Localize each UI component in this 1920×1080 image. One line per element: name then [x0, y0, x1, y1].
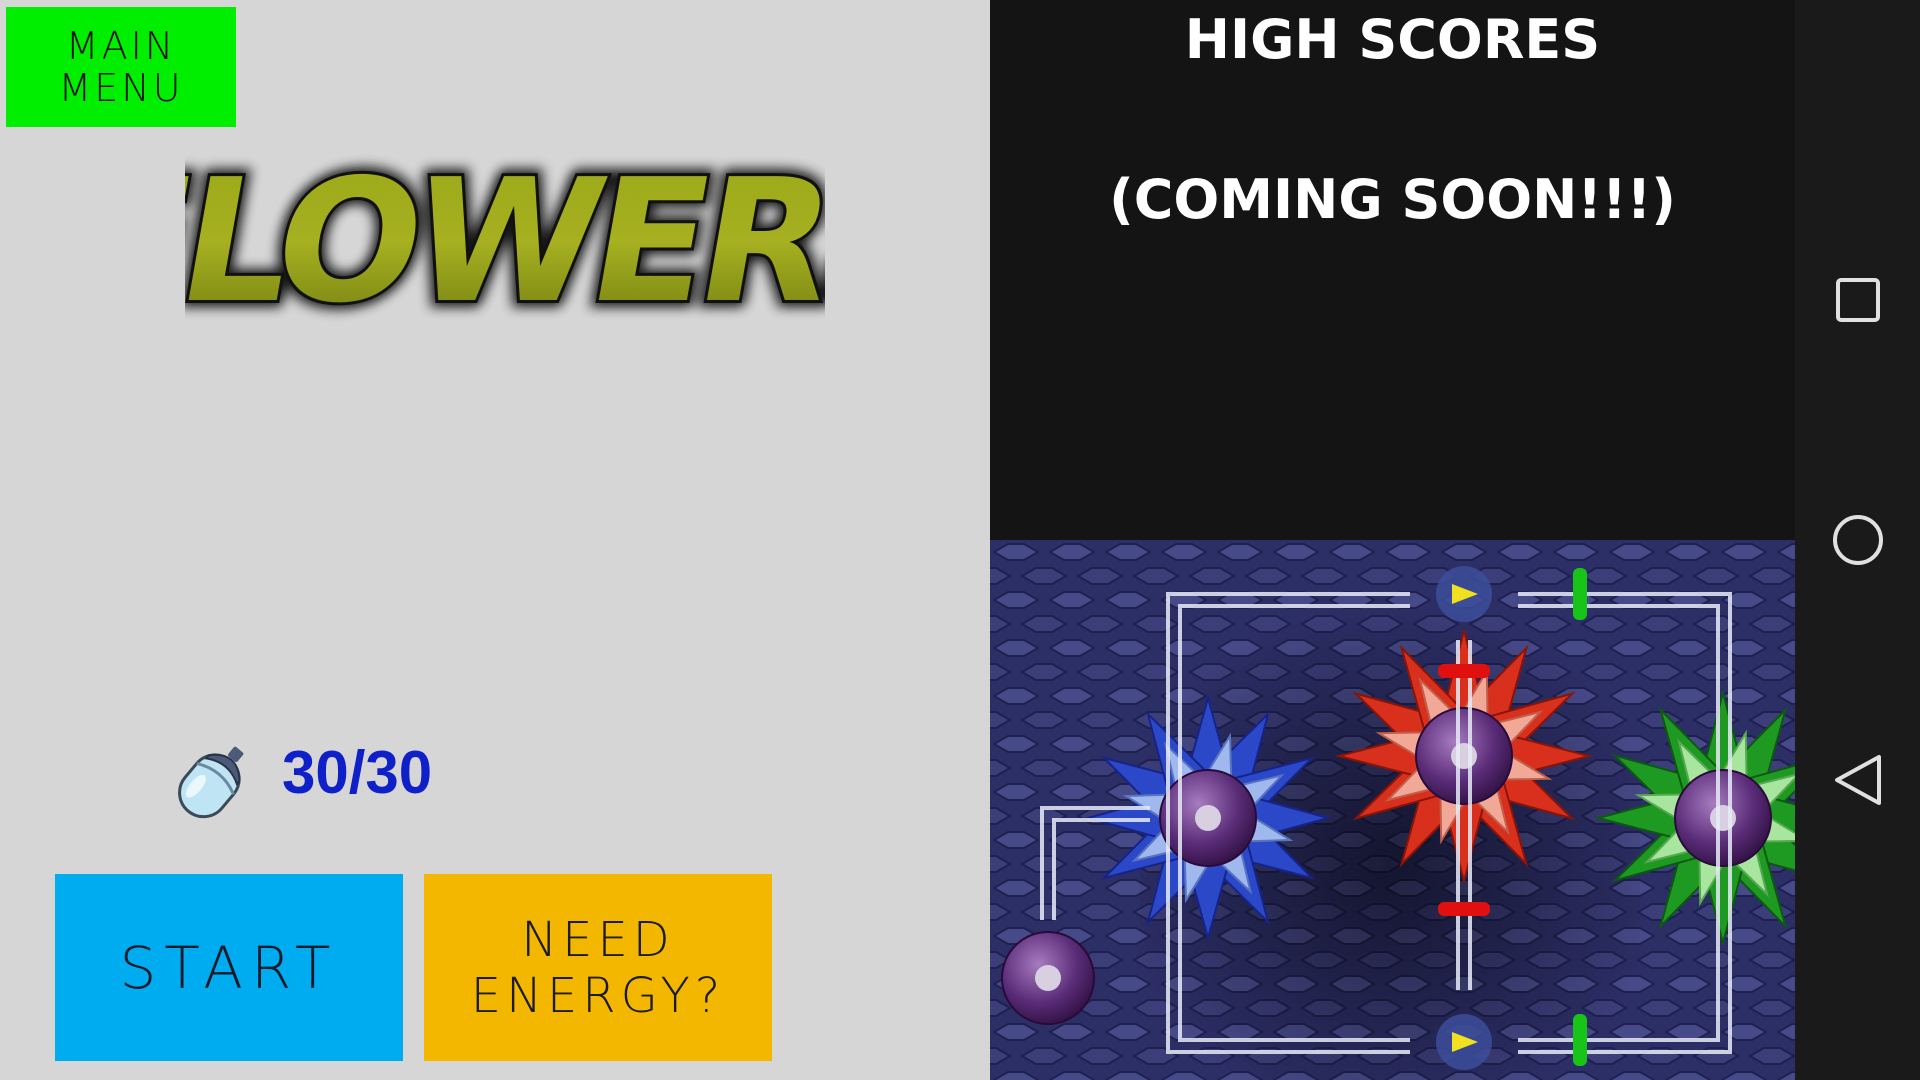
main-menu-label: MAIN MENU — [58, 24, 184, 110]
high-scores-subtitle: (COMING SOON!!!) — [1109, 168, 1676, 231]
menu-panel: MAIN MENU FLOWERS FLOWERS 30/30 START NE… — [0, 0, 990, 1080]
back-triangle-icon[interactable] — [1795, 720, 1920, 840]
recents-square-icon[interactable] — [1795, 240, 1920, 360]
valve-green-top — [1573, 568, 1587, 620]
need-energy-label: NEED ENERGY? — [470, 911, 726, 1024]
high-scores-panel: HIGH SCORES (COMING SOON!!!) — [990, 0, 1795, 540]
energy-capsule-icon — [178, 746, 244, 819]
energy-count: 30/30 — [282, 739, 433, 806]
android-nav-bar — [1795, 0, 1920, 1080]
need-energy-button[interactable]: NEED ENERGY? — [424, 874, 772, 1061]
main-menu-button[interactable]: MAIN MENU — [6, 7, 236, 127]
valve-red-top — [1438, 664, 1490, 678]
game-title-logo: FLOWERS FLOWERS — [185, 140, 825, 330]
start-label: START — [119, 933, 339, 1002]
home-circle-icon[interactable] — [1795, 480, 1920, 600]
game-title-text: FLOWERS — [185, 143, 825, 330]
high-scores-title: HIGH SCORES — [1184, 8, 1601, 71]
start-button[interactable]: START — [55, 874, 403, 1061]
spare-orb — [1001, 931, 1095, 1025]
game-board-preview — [990, 540, 1795, 1080]
arrow-emitter-top — [1436, 566, 1492, 622]
valve-red-bottom — [1438, 902, 1490, 916]
arrow-emitter-bottom — [1436, 1014, 1492, 1070]
valve-green-bottom — [1573, 1014, 1587, 1066]
